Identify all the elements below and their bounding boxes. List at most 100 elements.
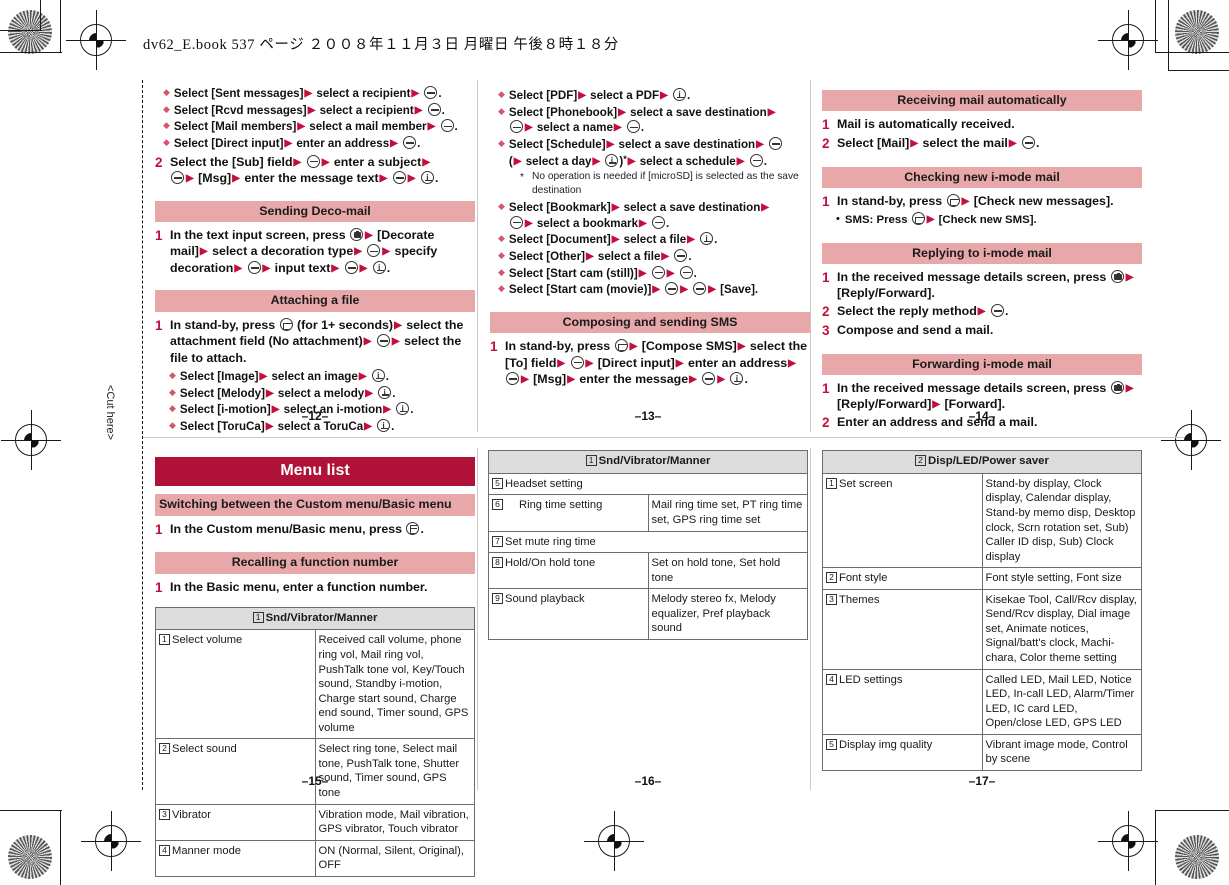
print-density-star-top-left	[8, 10, 52, 54]
diamond-bullet-icon: ◆	[169, 370, 176, 381]
arrow-icon: ▶	[767, 106, 776, 118]
table-cell-value: Set on hold tone, Set hold tone	[647, 552, 808, 590]
arrow-icon: ▶	[708, 284, 716, 296]
mail-key-icon	[614, 339, 628, 353]
list-item: ◆ Select [Sent messages]▶ select a recip…	[163, 86, 475, 102]
center-key-icon	[1022, 136, 1036, 150]
panel-page-16: 1 Snd/Vibrator/Manner 5 Headset setting 6 R…	[488, 450, 808, 640]
arrow-icon: ▶	[977, 305, 986, 317]
panel-divider-vertical-1	[477, 80, 478, 432]
step-text: In the Basic menu, enter a function numb…	[170, 579, 428, 594]
table-row: 1 Select volume Received call volume, pho…	[155, 629, 475, 740]
arrow-icon: ▶	[414, 104, 423, 116]
arrow-icon: ▶	[304, 88, 313, 99]
step-text: Select [Mail]▶ select the mail▶ .	[837, 136, 1040, 151]
center-key-icon	[306, 154, 320, 168]
diamond-bullet-icon: ◆	[163, 136, 170, 147]
step-1-receiving-mail: 1 Mail is automatically received.	[822, 116, 1142, 134]
table-cell-value: Vibrant image mode, Control by scene	[981, 733, 1142, 771]
asterisk-marker: *	[520, 172, 524, 184]
table-row: 4 LED settings Called LED, Mail LED, Noti…	[822, 668, 1142, 735]
arrow-icon: ▶	[391, 336, 400, 348]
arrow-icon: ▶	[363, 336, 372, 348]
table-header-cell: 1 Snd/Vibrator/Manner	[488, 450, 808, 474]
step-number: 1	[490, 339, 498, 355]
center-key-icon	[570, 355, 584, 369]
diamond-bullet-icon: ◆	[498, 89, 505, 99]
table-cell-value: Called LED, Mail LED, Notice LED, In-cal…	[981, 668, 1142, 735]
step-number: 3	[822, 322, 830, 338]
list-item: ◆ Select [Mail members]▶ select a mail m…	[163, 119, 475, 135]
table-cell-label: 9 Sound playback	[488, 588, 649, 640]
arrow-icon: ▶	[618, 106, 626, 118]
table-header-cell: 2 Disp/LED/Power saver	[822, 450, 1142, 474]
info-key-icon: i	[378, 385, 392, 399]
table-row: 9 Sound playback Melody stereo fx, Melody…	[488, 588, 808, 640]
arrow-icon: ▶	[661, 250, 670, 262]
arrow-icon: ▶	[611, 234, 620, 246]
registration-mark-mid-left	[1, 410, 61, 470]
page-number-15: –15–	[301, 774, 329, 788]
table-cell-value: Melody stereo fx, Melody equalizer, Pref…	[647, 588, 808, 640]
diamond-bullet-icon: ◆	[163, 120, 170, 131]
step-number: 1	[822, 117, 830, 133]
menu-item-label: Font style	[839, 572, 888, 585]
trim-mark-v-right-inner	[1168, 0, 1169, 70]
cut-here-label: <Cut here>	[104, 385, 116, 441]
registration-mark-mid-right	[1161, 410, 1221, 470]
arrow-icon: ▶	[629, 341, 638, 353]
table-row: 3 Themes Kisekae Tool, Call/Rcv display, …	[822, 588, 1142, 670]
center-key-icon	[626, 120, 640, 134]
page-number-13: –13–	[634, 409, 662, 423]
menu-item-label: Vibrator	[172, 808, 211, 821]
arrow-icon: ▶	[407, 173, 416, 185]
menu-item-label: Select sound	[172, 743, 237, 756]
center-key-icon	[769, 136, 783, 150]
table-cell-value: Vibration mode, Mail vibration, GPS vibr…	[314, 803, 475, 841]
step-number: 1	[822, 194, 830, 210]
table-cell-label: 3 Themes	[822, 588, 983, 670]
trim-mark-h-right-inner	[1168, 70, 1229, 71]
step-1-attaching-a-file: 1 In stand-by, press (for 1+ seconds)▶ s…	[155, 317, 475, 367]
table-cell-label: 2 Select sound	[155, 738, 316, 805]
step-2-replying: 2 Select the reply method▶ .	[822, 303, 1142, 321]
step-1-sending-deco-mail: 1 In the text input screen, press ▶ [Dec…	[155, 227, 475, 277]
step-number: 2	[822, 303, 830, 319]
menu-table-snd-vibrator-manner-2: 1 Snd/Vibrator/Manner 5 Headset setting 6 R…	[488, 450, 808, 640]
table-row: 7 Set mute ring time	[488, 530, 808, 554]
arrow-icon: ▶	[639, 217, 647, 229]
arrow-icon: ▶	[1125, 271, 1134, 283]
step-1-checking-new-mail: 1 In stand-by, press ▶ [Check new messag…	[822, 193, 1142, 211]
center-key-icon	[665, 282, 679, 296]
info-key-icon: i	[605, 153, 619, 167]
center-key-icon	[509, 120, 523, 134]
arrow-icon: ▶	[524, 217, 533, 229]
table-row: 3 Vibrator Vibration mode, Mail vibration…	[155, 803, 475, 841]
list-item-label: Select [Document]▶ select a file▶ i.	[508, 232, 718, 247]
center-key-icon	[509, 215, 523, 229]
step-1-recalling-function-number: 1 In the Basic menu, enter a function nu…	[155, 579, 475, 597]
arrow-icon: ▶	[680, 284, 688, 296]
number-box-icon: 5	[492, 477, 503, 489]
arrow-icon: ▶	[592, 155, 601, 167]
section-header-attaching-a-file: Attaching a file	[155, 290, 475, 312]
center-key-icon	[990, 303, 1004, 317]
center-key-icon	[674, 248, 688, 262]
step-1-composing-sms: 1 In stand-by, press ▶ [Compose SMS]▶ se…	[490, 338, 810, 388]
number-box-icon: 3	[826, 593, 837, 605]
list-item-label: Select [Start cam (movie)]▶ ▶ ▶ [Save].	[508, 282, 759, 297]
print-density-star-bottom-left	[8, 835, 52, 879]
arrow-icon: ▶	[567, 374, 575, 386]
step-1-replying: 1 In the received message details screen…	[822, 269, 1142, 302]
trim-mark-v-left-outer	[60, 0, 61, 52]
sub-note-text: SMS: Press ▶ [Check new SMS].	[844, 211, 1037, 226]
trim-mark-v-right-outer	[1155, 0, 1156, 52]
info-key-icon: i	[371, 369, 385, 383]
camera-key-icon	[1110, 269, 1124, 283]
table-cell-value: Received call volume, phone ring vol, Ma…	[314, 629, 475, 740]
step-1-switching-menus: 1 In the Custom menu/Basic menu, press .	[155, 521, 475, 539]
panel-page-14: Receiving mail automatically 1 Mail is a…	[822, 90, 1142, 433]
list-item: ◆ Select [Rcvd messages]▶ select a recip…	[163, 102, 475, 119]
arrow-icon: ▶	[379, 173, 388, 185]
trim-mark-h-left-inner	[0, 30, 42, 31]
